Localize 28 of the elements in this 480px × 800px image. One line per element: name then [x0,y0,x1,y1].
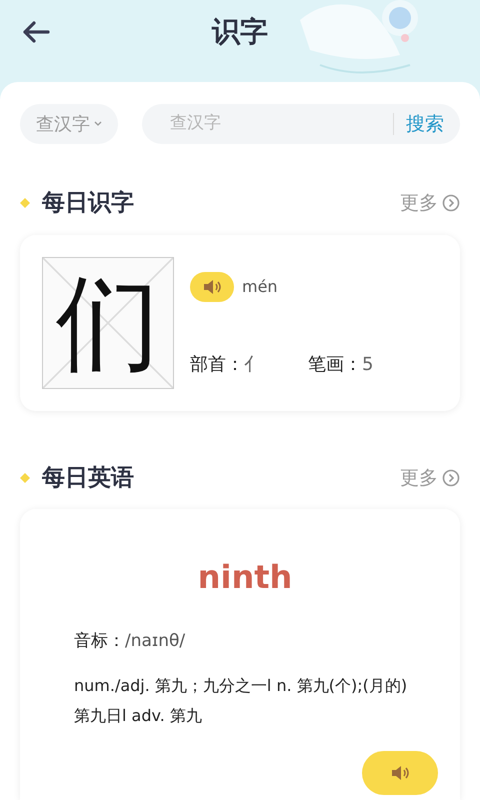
search-field[interactable]: 查汉字 搜索 [142,104,460,144]
speaker-icon [390,765,410,781]
strokes-value: 5 [362,352,374,376]
play-sound-button[interactable] [190,272,234,302]
diamond-icon [20,472,30,483]
search-button[interactable]: 搜索 [406,110,444,138]
pinyin-text: mén [242,276,278,298]
definition-text: num./adj. 第九；九分之一l n. 第九(个);(月的)第九日l adv. 第九 [74,674,408,726]
section-title: 每日识字 [42,189,134,218]
section-title: 每日英语 [42,464,134,492]
chevron-down-icon [94,121,102,127]
more-link[interactable]: 更多 [400,464,460,492]
chevron-circle-icon [442,468,460,487]
radical-label: 部首： [190,352,244,376]
character-glyph: 们 [56,270,160,374]
radical-value: 亻 [244,352,262,376]
search-mode-dropdown[interactable]: 查汉字 [20,104,118,144]
page-title: 识字 [212,14,268,50]
play-sound-button[interactable] [362,751,438,795]
more-link[interactable]: 更多 [400,189,460,218]
phonetic-label: 音标： [74,630,125,653]
diamond-icon [20,198,30,208]
back-arrow-icon [22,21,50,43]
speaker-icon [202,278,222,294]
chevron-circle-icon [442,194,460,212]
phonetic-text: /naɪnθ/ [125,630,186,653]
english-word: ninth [198,557,292,598]
strokes-label: 笔画： [308,352,362,376]
